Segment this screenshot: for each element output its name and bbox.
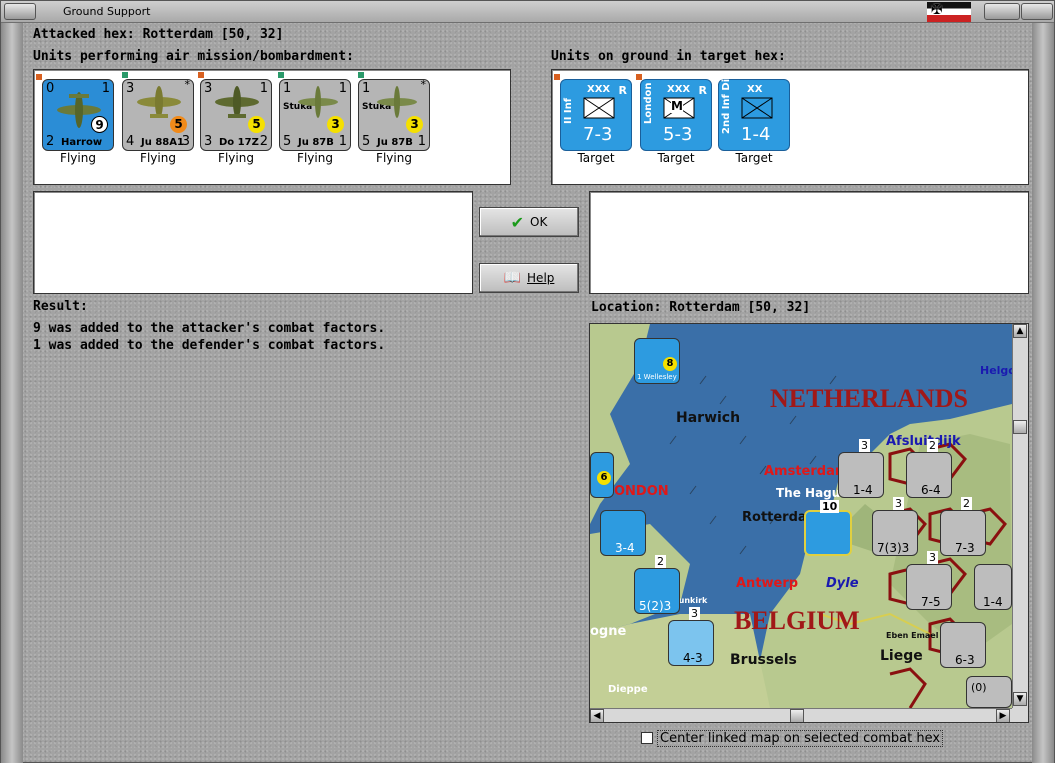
map-label-country: BELGIUM (734, 606, 860, 635)
map-label-city: ogne (590, 624, 627, 639)
help-book-icon: 📖 (503, 270, 522, 286)
map-label-city: Harwich (676, 410, 741, 426)
ground-unit-counter[interactable]: 2nd Inf Div XX 1-4 (718, 72, 790, 151)
dialog-content: Attacked hex: Rotterdam [50, 32] Units p… (23, 23, 1034, 763)
map-label-city: Liege (880, 648, 923, 664)
map-label-city: Brussels (730, 652, 797, 668)
map-label-city: Antwerp (736, 576, 799, 591)
result-line: 9 was added to the attacker's combat fac… (33, 321, 386, 336)
unit-marker (358, 72, 364, 78)
map-label-city: ONDON (614, 484, 669, 499)
map-label-river: Dyle (826, 576, 859, 591)
close-button[interactable] (1021, 3, 1053, 20)
checkmark-icon: ✔ (510, 212, 525, 232)
infantry-symbol-icon (741, 97, 773, 119)
title-bar: Ground Support (1, 1, 1054, 23)
unit-status: Target (577, 151, 615, 165)
map-unit-counter[interactable]: 7(3)3 3 (872, 497, 918, 556)
linked-map[interactable]: NETHERLANDS BELGIUM Harwich Amsterdam Th… (589, 323, 1029, 723)
map-unit-counter[interactable]: 6-3 (940, 622, 986, 668)
scroll-left-button[interactable]: ◀ (590, 709, 604, 722)
right-frame (1032, 23, 1054, 763)
minimize-button[interactable] (984, 3, 1020, 20)
scrollbar-corner (1012, 708, 1028, 722)
air-unit-counter[interactable]: 1 1 Stuka 5 Ju 87B 1 3 (279, 79, 351, 151)
air-unit-counter[interactable]: 3 * 4 Ju 88A1 3 5 (122, 78, 194, 151)
unit-status: Target (735, 151, 773, 165)
unit-status: Flying (218, 151, 254, 165)
map-unit-counter[interactable]: 1-4 3 (838, 439, 884, 498)
ok-button[interactable]: ✔ OK (479, 207, 579, 237)
unit-marker (554, 74, 560, 80)
map-label-feature: Afsluitdijk (886, 434, 961, 449)
unit-status: Target (657, 151, 695, 165)
air-unit-counter[interactable]: 3 1 3 Do 17Z 2 5 (200, 79, 272, 151)
unit-status: Flying (60, 151, 96, 165)
scroll-up-button[interactable]: ▲ (1013, 324, 1027, 338)
ground-unit-counter[interactable]: II Inf XXX R 7-3 (560, 79, 632, 151)
map-label-city: Amsterdam (764, 464, 849, 479)
selected-hex-counter[interactable]: 10 (804, 500, 852, 556)
map-label-feature: Eben Emael (886, 631, 939, 640)
result-line: 1 was added to the defender's combat fac… (33, 338, 386, 353)
attacked-hex-label: Attacked hex: Rotterdam [50, 32] (33, 27, 284, 42)
map-label-city: Helgo (980, 364, 1016, 377)
unit-marker (198, 72, 204, 78)
air-units-list: 0 1 2 Harrow 9 Flying 3 * 4 Ju 88A1 3 5 … (33, 69, 511, 185)
map-vertical-scrollbar[interactable]: ▲ ▼ (1012, 324, 1028, 708)
map-unit-counter[interactable]: 7-5 3 (906, 551, 952, 610)
ground-support-window: Ground Support Attacked hex: Rotterdam [… (0, 0, 1055, 763)
window-title: Ground Support (63, 5, 151, 18)
scroll-right-button[interactable]: ▶ (996, 709, 1010, 722)
unit-status: Flying (297, 151, 333, 165)
ground-units-label: Units on ground in target hex: (551, 49, 786, 64)
help-button[interactable]: 📖 Help (479, 263, 579, 293)
map-unit-counter[interactable]: 4-3 3 (668, 607, 714, 666)
unit-marker (278, 72, 284, 78)
map-air-counter[interactable]: 81 Wellesley (634, 338, 680, 384)
map-unit-counter[interactable]: (0) (966, 676, 1012, 708)
system-menu-button[interactable] (4, 3, 36, 20)
infantry-symbol-icon (583, 97, 615, 119)
air-unit-counter[interactable]: 0 1 2 Harrow 9 (42, 79, 114, 151)
scroll-down-button[interactable]: ▼ (1013, 692, 1027, 706)
map-label-city: Dieppe (608, 684, 648, 695)
scroll-thumb[interactable] (790, 709, 804, 722)
unit-marker (36, 74, 42, 80)
map-unit-counter[interactable]: 6-4 2 (906, 439, 952, 498)
ground-unit-counter[interactable]: London XXX R M 5-3 (640, 79, 712, 151)
unit-status: Flying (140, 151, 176, 165)
unit-marker (636, 74, 642, 80)
ground-units-list: II Inf XXX R 7-3 Target London XXX R M 5… (551, 69, 1029, 185)
location-label: Location: Rotterdam [50, 32] (591, 300, 811, 315)
scroll-thumb[interactable] (1013, 420, 1027, 434)
map-horizontal-scrollbar[interactable]: ◀ ▶ (590, 708, 1012, 722)
air-unit-counter[interactable]: 1 * Stuka 5 Ju 87B 1 3 (358, 78, 430, 151)
map-unit-counter[interactable]: 5(2)3 2 (634, 555, 680, 614)
unit-status: Flying (376, 151, 412, 165)
map-label-country: NETHERLANDS (770, 384, 968, 413)
air-units-label: Units performing air mission/bombardment… (33, 49, 354, 64)
left-frame (1, 23, 23, 763)
attacker-info-panel (33, 191, 473, 294)
german-flag-icon (927, 2, 971, 22)
map-unit-counter[interactable]: 1-4 (974, 564, 1012, 610)
center-map-checkbox[interactable] (641, 732, 653, 744)
unit-marker (122, 72, 128, 78)
center-map-checkbox-label[interactable]: Center linked map on selected combat hex (657, 730, 944, 747)
map-unit-counter[interactable]: 7-3 2 (940, 497, 986, 556)
result-label: Result: (33, 299, 88, 314)
defender-info-panel (589, 191, 1029, 294)
map-air-counter[interactable]: 6 (590, 452, 614, 498)
map-unit-counter[interactable]: 3-4 (600, 510, 646, 556)
